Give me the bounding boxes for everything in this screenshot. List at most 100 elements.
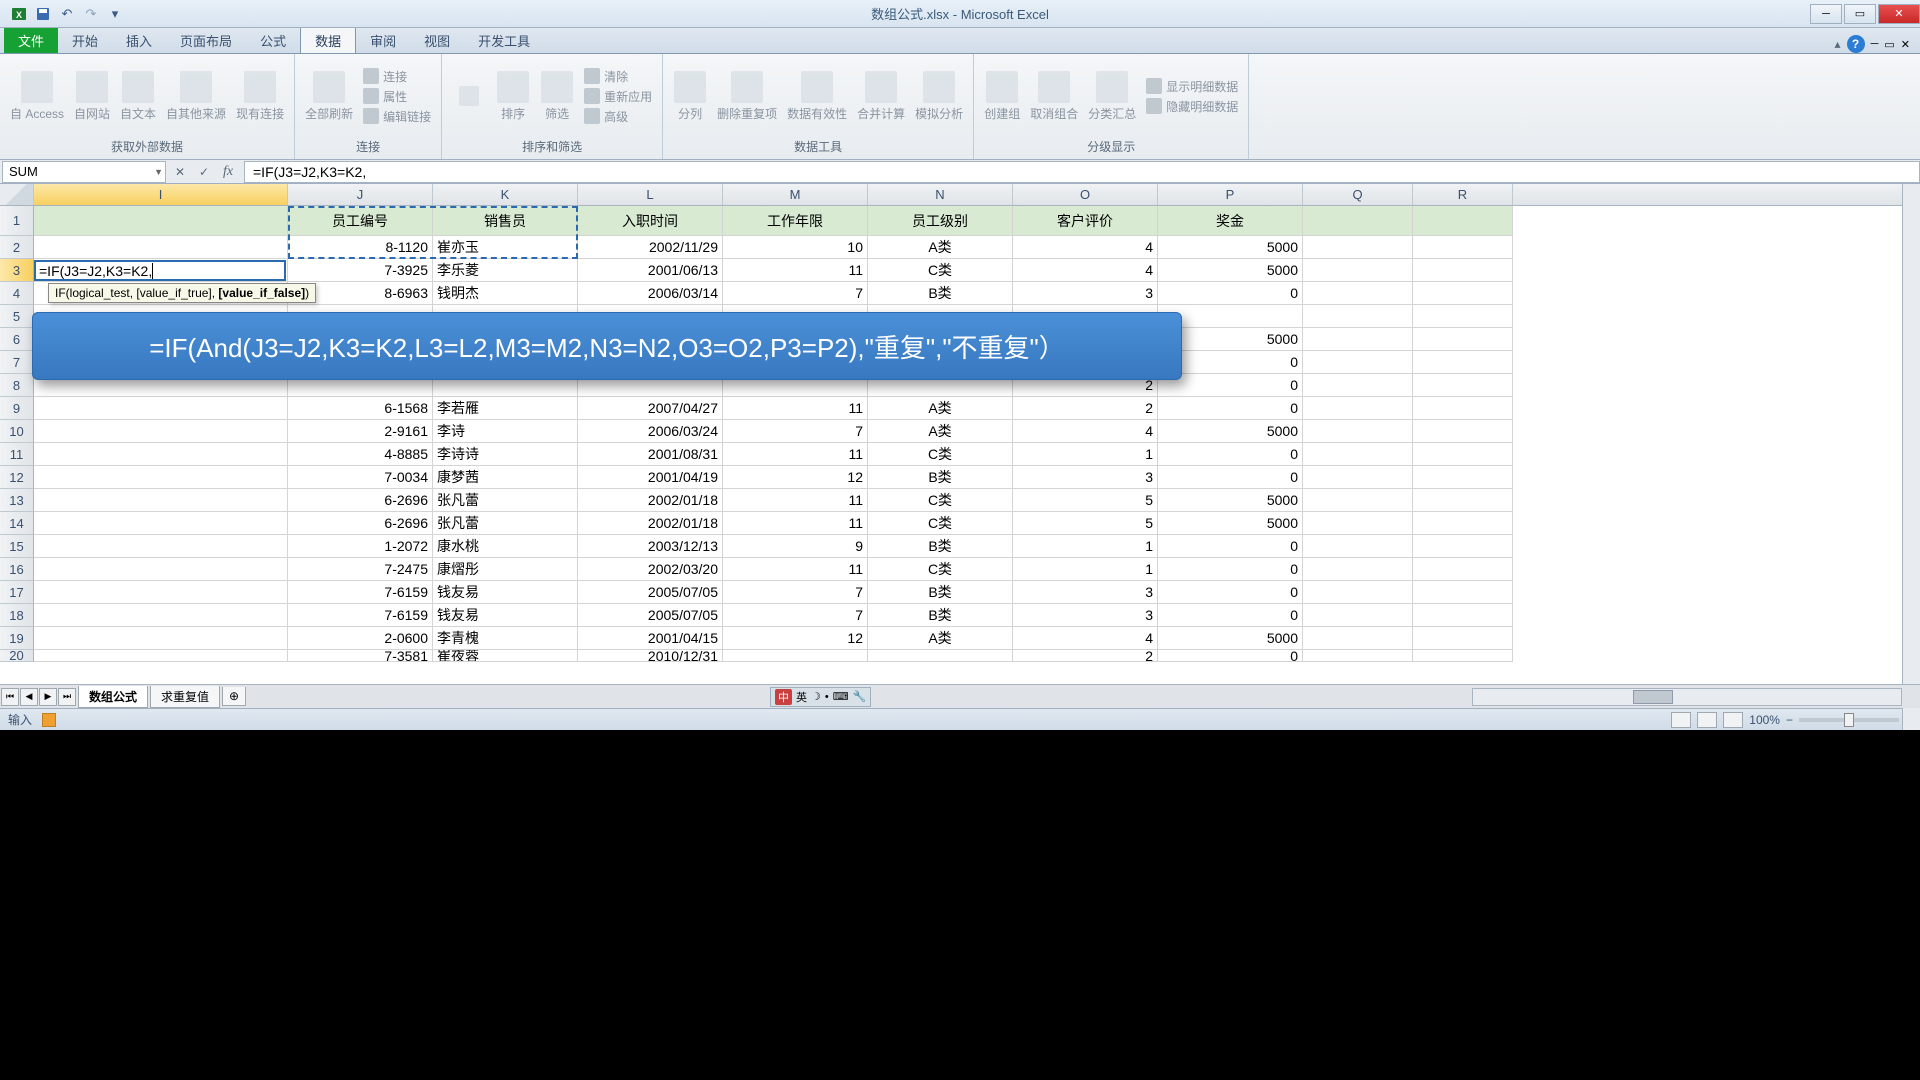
cell[interactable]: 员工编号: [288, 206, 433, 236]
row-header-1[interactable]: 1: [0, 206, 34, 236]
cell[interactable]: [1413, 581, 1513, 604]
cell[interactable]: [1413, 206, 1513, 236]
doc-restore-icon[interactable]: ▭: [1884, 38, 1894, 51]
cell[interactable]: [1303, 420, 1413, 443]
btn-from-access[interactable]: 自 Access: [6, 69, 68, 124]
btn-data-valid[interactable]: 数据有效性: [783, 69, 851, 124]
row-header-10[interactable]: 10: [0, 420, 34, 443]
cell[interactable]: 工作年限: [723, 206, 868, 236]
cell[interactable]: [1413, 489, 1513, 512]
cell[interactable]: C类: [868, 443, 1013, 466]
sheet-tab-2[interactable]: 求重复值: [150, 686, 220, 708]
cell[interactable]: 李诗诗: [433, 443, 578, 466]
col-header-R[interactable]: R: [1413, 184, 1513, 205]
sheet-nav-next-icon[interactable]: ▶: [39, 688, 57, 706]
cell[interactable]: [1413, 420, 1513, 443]
cell[interactable]: [1303, 466, 1413, 489]
btn-ungroup[interactable]: 取消组合: [1026, 69, 1082, 124]
maximize-button[interactable]: ▭: [1844, 4, 1876, 24]
cell[interactable]: [1303, 650, 1413, 662]
col-header-M[interactable]: M: [723, 184, 868, 205]
cell[interactable]: [1303, 443, 1413, 466]
cell[interactable]: 12: [723, 466, 868, 489]
tab-data[interactable]: 数据: [300, 27, 356, 53]
cell[interactable]: 2010/12/31: [578, 650, 723, 662]
cell[interactable]: 4: [1013, 420, 1158, 443]
cell[interactable]: [34, 535, 288, 558]
cell[interactable]: 员工级别: [868, 206, 1013, 236]
cancel-formula-icon[interactable]: ✕: [170, 162, 190, 182]
cell[interactable]: 11: [723, 489, 868, 512]
cell[interactable]: 2001/04/19: [578, 466, 723, 489]
tab-insert[interactable]: 插入: [112, 27, 166, 53]
col-header-L[interactable]: L: [578, 184, 723, 205]
cell[interactable]: [1303, 512, 1413, 535]
cell[interactable]: 7: [723, 581, 868, 604]
cell[interactable]: 7-0034: [288, 466, 433, 489]
view-normal-button[interactable]: [1671, 712, 1691, 728]
cell[interactable]: [1303, 558, 1413, 581]
cell[interactable]: [34, 420, 288, 443]
cell[interactable]: [1303, 282, 1413, 305]
row-header-17[interactable]: 17: [0, 581, 34, 604]
row-header-8[interactable]: 8: [0, 374, 34, 397]
cell[interactable]: 2005/07/05: [578, 604, 723, 627]
cell[interactable]: [1303, 489, 1413, 512]
cell[interactable]: 0: [1158, 604, 1303, 627]
cell[interactable]: 入职时间: [578, 206, 723, 236]
cell[interactable]: [34, 558, 288, 581]
cell[interactable]: C类: [868, 489, 1013, 512]
formula-bar[interactable]: =IF(J3=J2,K3=K2,: [244, 161, 1920, 183]
cell[interactable]: [1413, 374, 1513, 397]
cell[interactable]: C类: [868, 512, 1013, 535]
cell[interactable]: 0: [1158, 466, 1303, 489]
cell[interactable]: 2002/01/18: [578, 489, 723, 512]
cell[interactable]: [1413, 650, 1513, 662]
cell[interactable]: 张凡蕾: [433, 489, 578, 512]
ime-moon-icon[interactable]: ☽: [811, 690, 821, 703]
cell[interactable]: [1303, 604, 1413, 627]
cell[interactable]: [1303, 374, 1413, 397]
cell[interactable]: 11: [723, 259, 868, 282]
cell[interactable]: 3: [1013, 604, 1158, 627]
tab-home[interactable]: 开始: [58, 27, 112, 53]
cell[interactable]: 康梦茜: [433, 466, 578, 489]
cell[interactable]: B类: [868, 581, 1013, 604]
cell[interactable]: 2: [1013, 650, 1158, 662]
col-header-I[interactable]: I: [34, 184, 288, 205]
cell[interactable]: 6-1568: [288, 397, 433, 420]
btn-text-to-cols[interactable]: 分列: [669, 69, 711, 124]
cell[interactable]: 4: [1013, 259, 1158, 282]
cell[interactable]: 5: [1013, 489, 1158, 512]
cell[interactable]: 2003/12/13: [578, 535, 723, 558]
cell[interactable]: [34, 236, 288, 259]
file-tab[interactable]: 文件: [4, 27, 58, 53]
cell[interactable]: 5000: [1158, 512, 1303, 535]
cell[interactable]: 7-2475: [288, 558, 433, 581]
col-header-K[interactable]: K: [433, 184, 578, 205]
cell[interactable]: [34, 627, 288, 650]
cell[interactable]: 2001/08/31: [578, 443, 723, 466]
btn-reapply[interactable]: 重新应用: [580, 87, 656, 106]
cell[interactable]: 销售员: [433, 206, 578, 236]
cell[interactable]: [1413, 558, 1513, 581]
col-header-Q[interactable]: Q: [1303, 184, 1413, 205]
row-header-4[interactable]: 4: [0, 282, 34, 305]
cell[interactable]: 李青槐: [433, 627, 578, 650]
view-pagebreak-button[interactable]: [1723, 712, 1743, 728]
cell[interactable]: [34, 489, 288, 512]
cell[interactable]: 5000: [1158, 420, 1303, 443]
cell[interactable]: 2001/06/13: [578, 259, 723, 282]
editing-cell[interactable]: =IF(J3=J2,K3=K2,: [34, 260, 286, 281]
cell[interactable]: 1: [1013, 443, 1158, 466]
btn-filter[interactable]: 筛选: [536, 69, 578, 124]
cell[interactable]: 2-0600: [288, 627, 433, 650]
cell[interactable]: [1303, 305, 1413, 328]
sheet-nav-first-icon[interactable]: ⏮: [1, 688, 19, 706]
cell[interactable]: [1413, 535, 1513, 558]
ime-toolbar[interactable]: 中 英 ☽ • ⌨ 🔧: [770, 687, 871, 707]
cell[interactable]: 5000: [1158, 259, 1303, 282]
btn-clear[interactable]: 清除: [580, 67, 656, 86]
cell[interactable]: 0: [1158, 558, 1303, 581]
cells-grid[interactable]: 员工编号销售员入职时间工作年限员工级别客户评价奖金8-1120崔亦玉2002/1…: [34, 206, 1920, 662]
